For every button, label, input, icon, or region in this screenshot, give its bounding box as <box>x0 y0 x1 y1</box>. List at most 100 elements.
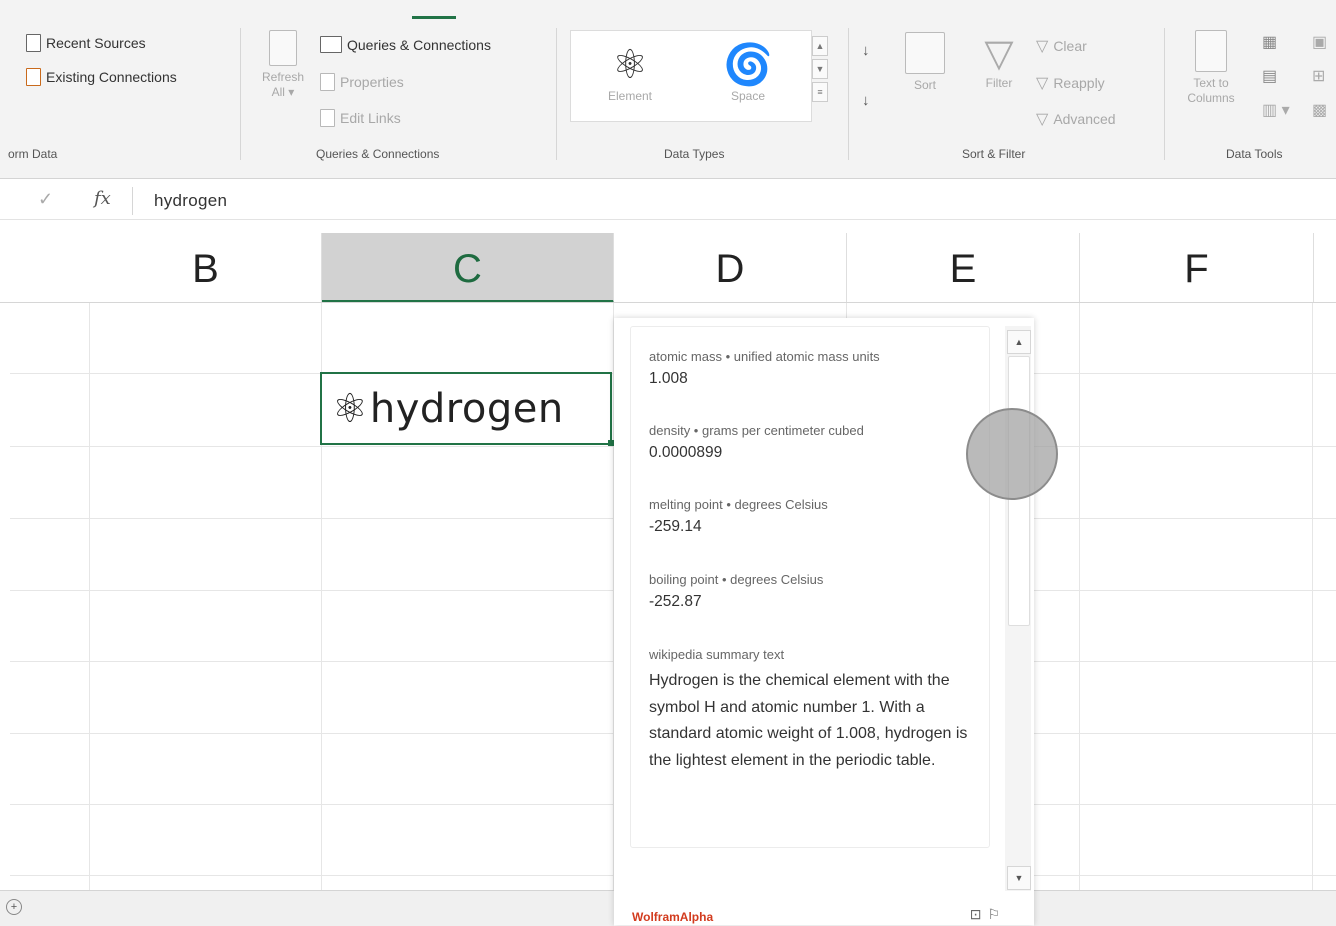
formula-bar-divider <box>132 187 133 215</box>
relationships-icon: ⊞ <box>1312 68 1326 85</box>
column-header-b[interactable]: B <box>90 233 322 303</box>
space-data-type[interactable]: 🌀 Space <box>703 41 793 103</box>
recent-sources-button[interactable]: Recent Sources <box>26 34 146 52</box>
formula-bar: ✓ fx hydrogen <box>0 183 1336 220</box>
queries-icon <box>320 36 342 53</box>
consolidate-button[interactable]: ▣ <box>1312 32 1327 52</box>
active-cell-c[interactable]: ⚛ hydrogen <box>320 372 612 445</box>
field-value[interactable]: -259.14 <box>649 518 969 536</box>
existing-connections-button[interactable]: Existing Connections <box>26 68 177 86</box>
column-gridline <box>1079 303 1080 890</box>
group-label-data-types: Data Types <box>664 147 725 161</box>
filter-button[interactable]: ▽ Filter <box>974 32 1024 91</box>
cell-value: hydrogen <box>369 385 564 432</box>
remove-duplicates-icon: ▤ <box>1262 68 1278 85</box>
group-label-get-data: orm Data <box>8 147 58 161</box>
column-header-c[interactable]: C <box>322 233 614 303</box>
card-actions: ⊡⚐ <box>970 906 1006 923</box>
formula-input[interactable]: hydrogen <box>154 191 227 211</box>
filter-icon: ▽ <box>984 33 1014 75</box>
edit-links-icon <box>320 109 335 127</box>
text-to-columns-icon <box>1195 30 1227 72</box>
reapply-icon: ▽ <box>1036 75 1049 92</box>
sort-dialog-icon <box>905 32 945 74</box>
field-value[interactable]: Hydrogen is the chemical element with th… <box>649 668 969 774</box>
data-validation-button[interactable]: ▥ ▾ <box>1262 100 1290 120</box>
insert-function-button[interactable]: fx <box>94 188 111 209</box>
pointer-highlight <box>966 408 1058 500</box>
data-model-button[interactable]: ▩ <box>1312 100 1327 120</box>
text-to-columns-button[interactable]: Text to Columns <box>1178 30 1244 106</box>
add-sheet-icon[interactable]: + <box>6 899 22 915</box>
group-label-sort-filter: Sort & Filter <box>962 147 1026 161</box>
remove-duplicates-button[interactable]: ▤ <box>1262 66 1277 86</box>
sort-az-button[interactable]: ↓ <box>862 42 870 59</box>
group-label-queries: Queries & Connections <box>316 147 440 161</box>
ribbon-separator <box>240 28 241 160</box>
horizontal-scroll-area <box>1034 890 1336 926</box>
column-header-e[interactable]: E <box>847 233 1080 303</box>
gallery-more-button[interactable]: ≡ <box>812 82 828 102</box>
data-model-icon: ▩ <box>1312 102 1328 119</box>
field-label: density • grams per centimeter cubed <box>649 423 864 438</box>
clear-filter-button[interactable]: ▽ Clear <box>1036 36 1087 56</box>
clear-filter-icon: ▽ <box>1036 38 1049 55</box>
document-icon <box>26 34 41 52</box>
enter-check-icon[interactable]: ✓ <box>38 189 53 210</box>
flash-fill-icon: ▦ <box>1262 34 1278 51</box>
ribbon-separator <box>848 28 849 160</box>
ribbon-separator <box>1164 28 1165 160</box>
data-types-scroller: ▲ ▼ ≡ <box>812 36 828 102</box>
connection-icon <box>26 68 41 86</box>
column-headers: B C D E F <box>0 233 1336 303</box>
advanced-filter-icon: ▽ <box>1036 111 1049 128</box>
sort-za-button[interactable]: ↓ <box>862 92 870 109</box>
refresh-icon <box>269 30 297 66</box>
field-value[interactable]: 0.0000899 <box>649 444 969 462</box>
atom-icon[interactable]: ⚛ <box>332 386 368 432</box>
properties-icon <box>320 73 335 91</box>
gallery-up-button[interactable]: ▲ <box>812 36 828 56</box>
galaxy-icon: 🌀 <box>723 43 773 87</box>
flash-fill-button[interactable]: ▦ <box>1262 32 1277 52</box>
advanced-filter-button[interactable]: ▽ Advanced <box>1036 109 1116 129</box>
ribbon-separator <box>556 28 557 160</box>
field-value[interactable]: -252.87 <box>649 593 969 611</box>
refresh-all-button[interactable]: Refresh All ▾ <box>252 30 314 100</box>
column-gridline <box>89 303 90 890</box>
field-wikipedia-summary: wikipedia summary text Hydrogen is the c… <box>649 647 969 774</box>
gallery-down-button[interactable]: ▼ <box>812 59 828 79</box>
column-header-d[interactable]: D <box>614 233 847 303</box>
card-footer: WolframAlpha ⊡⚐ <box>632 906 1022 925</box>
queries-connections-button[interactable]: Queries & Connections <box>320 36 491 53</box>
group-label-data-tools: Data Tools <box>1226 147 1283 161</box>
field-density: density • grams per centimeter cubed 0.0… <box>649 423 969 462</box>
field-label: wikipedia summary text <box>649 647 785 662</box>
data-validation-icon: ▥ ▾ <box>1262 102 1290 119</box>
sort-ascending-icon: ↓ <box>862 42 870 59</box>
consolidate-icon: ▣ <box>1312 34 1328 51</box>
data-type-card: atomic mass • unified atomic mass units … <box>614 318 1034 925</box>
field-boiling-point: boiling point • degrees Celsius -252.87 <box>649 572 969 611</box>
column-gridline <box>1312 303 1313 890</box>
relationships-button[interactable]: ⊞ <box>1312 66 1325 86</box>
scroll-up-button[interactable]: ▲ <box>1007 330 1031 354</box>
properties-button[interactable]: Properties <box>320 73 404 91</box>
field-label: boiling point • degrees Celsius <box>649 572 824 587</box>
flag-icon[interactable]: ⚐ <box>987 906 1006 922</box>
data-types-gallery: ⚛ Element 🌀 Space <box>570 30 812 122</box>
edit-links-button[interactable]: Edit Links <box>320 109 401 127</box>
scroll-down-button[interactable]: ▼ <box>1007 866 1031 890</box>
sort-button[interactable]: Sort <box>900 32 950 93</box>
reapply-button[interactable]: ▽ Reapply <box>1036 73 1105 93</box>
active-tab-indicator <box>412 16 456 19</box>
wolfram-alpha-logo[interactable]: WolframAlpha <box>632 910 713 924</box>
card-content: atomic mass • unified atomic mass units … <box>630 326 990 848</box>
field-value[interactable]: 1.008 <box>649 370 969 388</box>
column-header-f[interactable]: F <box>1080 233 1314 303</box>
field-label: melting point • degrees Celsius <box>649 497 828 512</box>
insert-data-icon[interactable]: ⊡ <box>970 906 988 922</box>
element-data-type[interactable]: ⚛ Element <box>585 41 675 103</box>
sort-descending-icon: ↓ <box>862 92 870 109</box>
sheet-tab-bar: + <box>0 890 614 926</box>
